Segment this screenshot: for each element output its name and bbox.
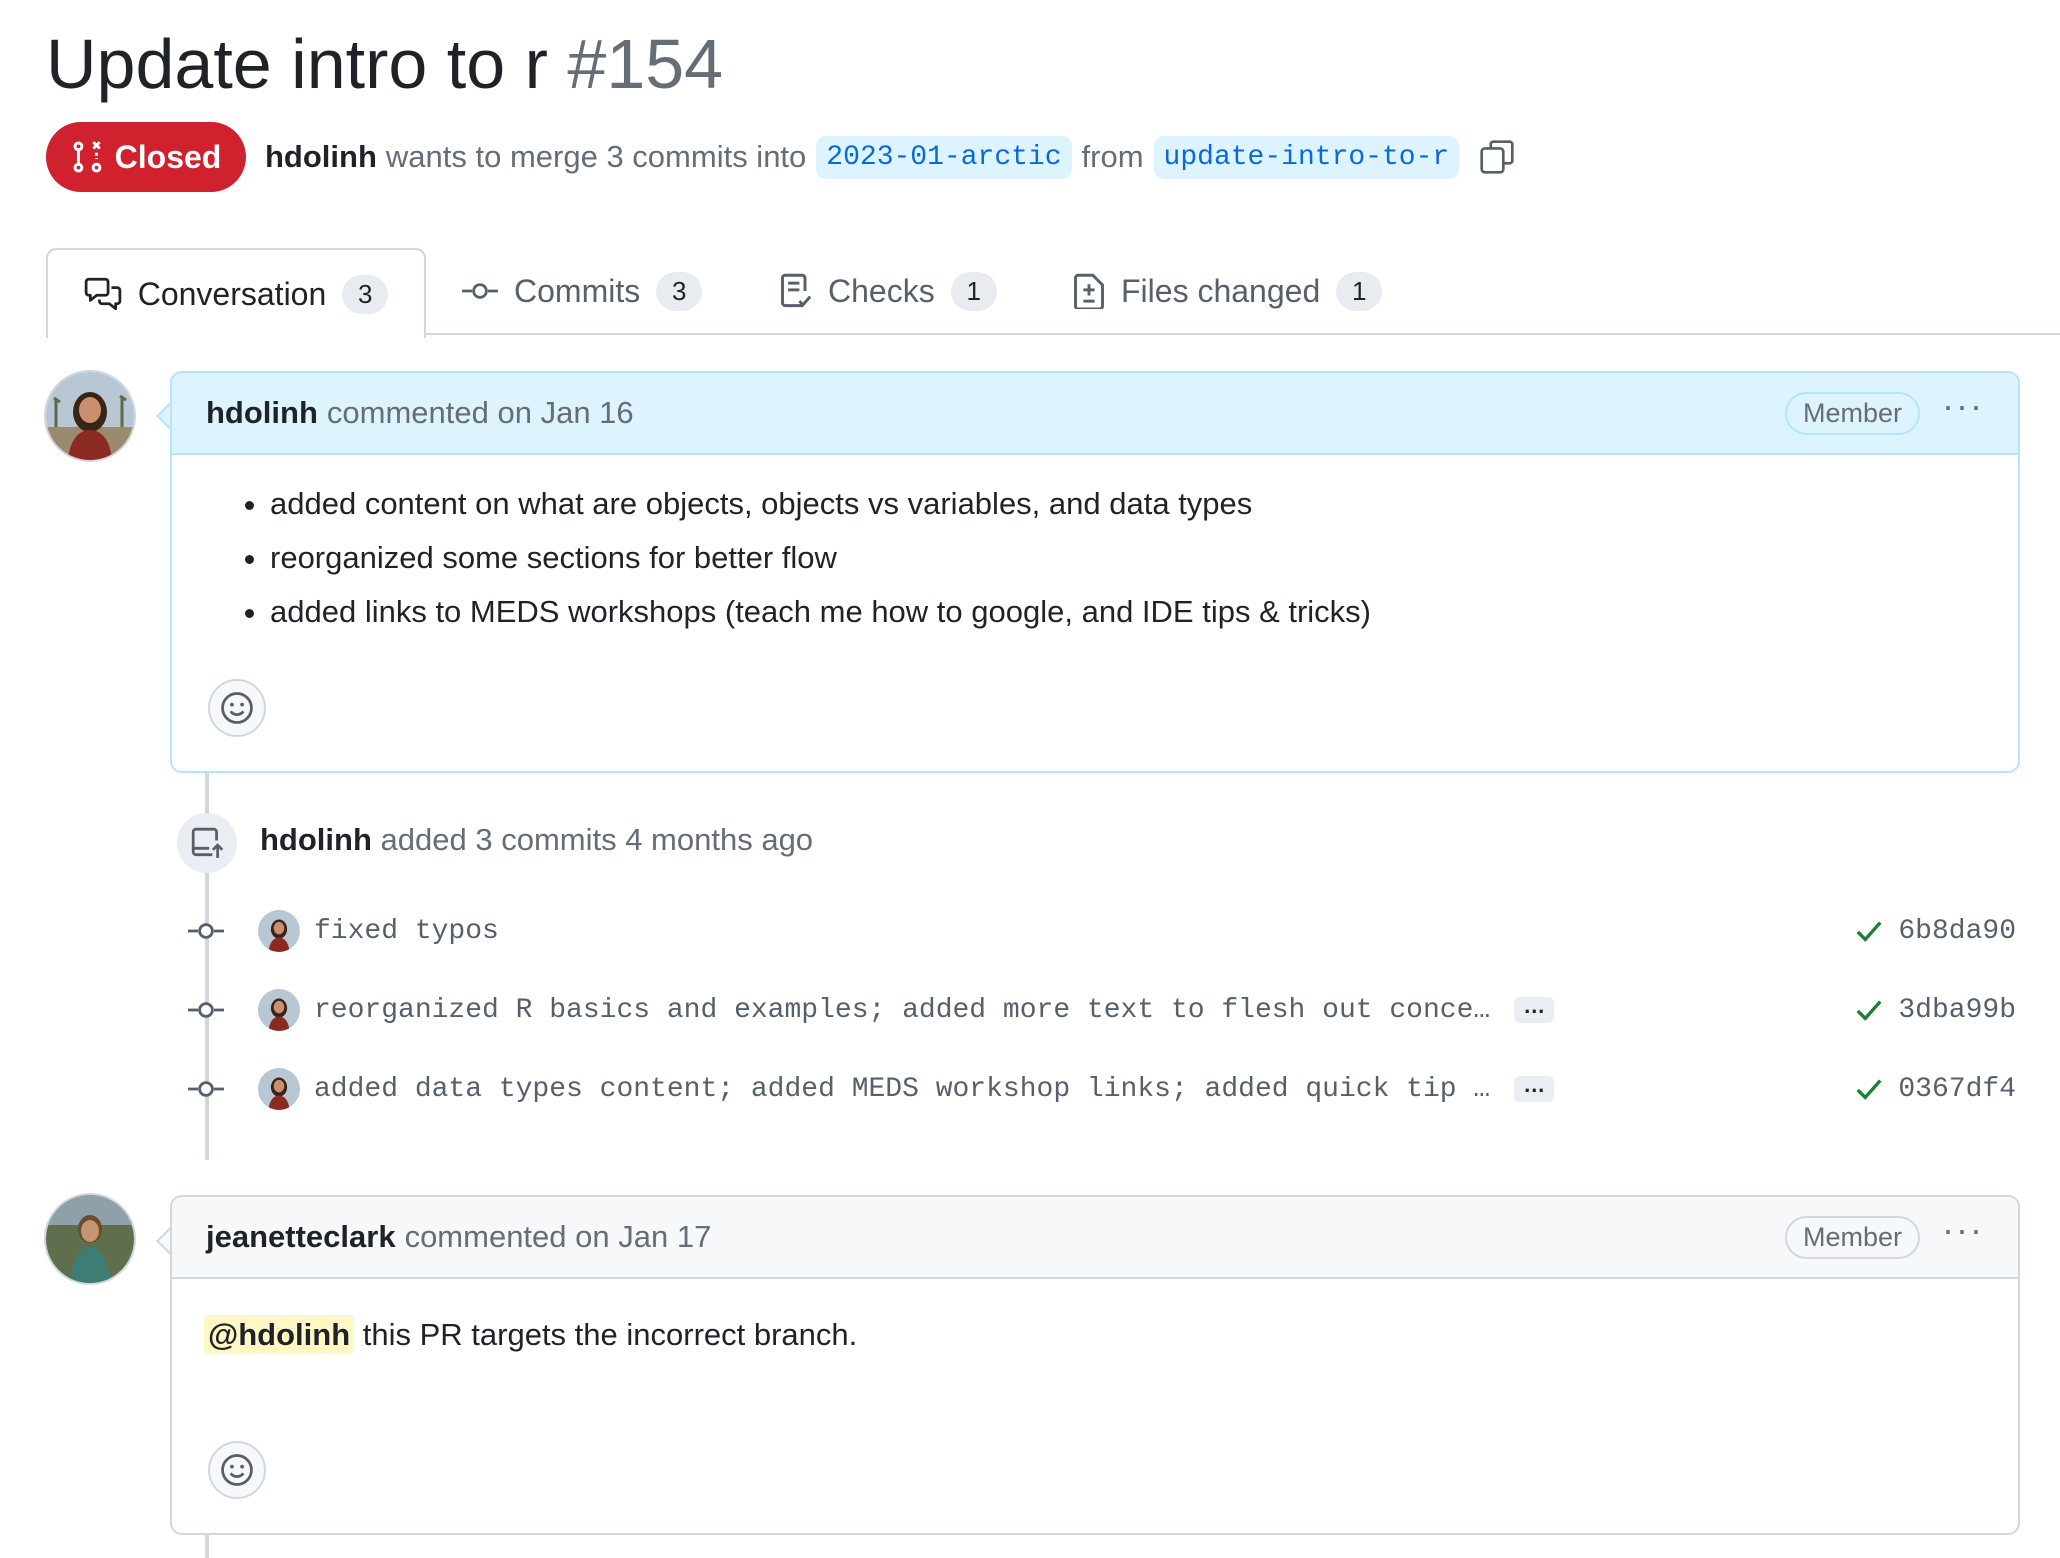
tab-label: Commits (514, 272, 641, 309)
pr-meta-line: hdolinh wants to merge 3 commits into 20… (265, 126, 1515, 188)
commit-message[interactable]: fixed typos (314, 916, 499, 947)
commit-message[interactable]: added data types content; added MEDS wor… (314, 1074, 1490, 1105)
kebab-horizontal-icon[interactable]: ··· (1942, 1212, 1984, 1254)
comment-timestamp[interactable]: commented on Jan 17 (405, 1219, 712, 1255)
comment-body: @hdolinh this PR targets the incorrect b… (172, 1279, 2018, 1354)
git-commit-icon (186, 921, 226, 941)
commit-status: 3dba99b (1854, 995, 2016, 1026)
role-badge: Member (1785, 1215, 1921, 1259)
role-badge: Member (1785, 391, 1921, 435)
copy-icon[interactable] (1479, 139, 1515, 175)
commit-status: 0367df4 (1854, 1074, 2016, 1105)
git-commit-icon (186, 1000, 226, 1020)
smiley-icon[interactable] (208, 1441, 266, 1499)
comment-card: hdolinh commented on Jan 16 Member ··· a… (170, 371, 2020, 773)
check-icon[interactable] (1854, 916, 1884, 946)
state-badge-closed: Closed (46, 122, 246, 192)
repo-push-icon (177, 813, 237, 873)
commit-message[interactable]: reorganized R basics and examples; added… (314, 995, 1490, 1026)
tab-conversation[interactable]: Conversation 3 (46, 248, 426, 338)
state-label: Closed (114, 138, 222, 175)
pr-author-link[interactable]: hdolinh (265, 139, 377, 175)
tab-label: Conversation (137, 275, 327, 312)
expand-commit-button[interactable]: … (1514, 1074, 1555, 1102)
tab-counter: 1 (1336, 271, 1383, 311)
comment-bullet: added content on what are objects, objec… (270, 477, 2018, 531)
tab-counter: 3 (342, 274, 389, 314)
event-author[interactable]: hdolinh (260, 822, 372, 857)
avatar-hdolinh[interactable] (44, 370, 136, 462)
file-diff-icon (1073, 273, 1105, 309)
commit-event-text: hdolinh added 3 commits 4 months ago (260, 822, 813, 858)
base-branch-label[interactable]: 2023-01-arctic (816, 135, 1072, 179)
commit-row: added data types content; added MEDS wor… (186, 1064, 2016, 1114)
avatar[interactable] (258, 989, 300, 1031)
tab-counter: 1 (950, 271, 997, 311)
git-pull-request-closed-icon (73, 141, 102, 173)
tab-commits[interactable]: Commits 3 (462, 248, 703, 334)
commit-sha[interactable]: 6b8da90 (1898, 916, 2016, 947)
comment-header: hdolinh commented on Jan 16 Member ··· (172, 373, 2018, 455)
comment-body: added content on what are objects, objec… (172, 477, 2018, 639)
tab-label: Checks (828, 272, 935, 309)
avatar[interactable] (258, 910, 300, 952)
comment-timestamp[interactable]: commented on Jan 16 (327, 395, 634, 431)
commit-row: reorganized R basics and examples; added… (186, 985, 2016, 1035)
git-commit-icon (186, 1079, 226, 1099)
comment-bullet: reorganized some sections for better flo… (270, 531, 2018, 585)
avatar[interactable] (258, 1068, 300, 1110)
user-mention[interactable]: @hdolinh (204, 1315, 355, 1354)
head-branch-label[interactable]: update-intro-to-r (1153, 135, 1460, 179)
smiley-icon[interactable] (208, 679, 266, 737)
git-commit-icon (462, 281, 498, 301)
comment-text: this PR targets the incorrect branch. (354, 1317, 858, 1352)
pr-title-text: Update intro to r (46, 25, 548, 103)
pr-number: #154 (567, 25, 724, 103)
tab-files-changed[interactable]: Files changed 1 (1073, 248, 1383, 334)
comment-discussion-icon (84, 277, 122, 311)
avatar-jeanetteclark[interactable] (44, 1193, 136, 1285)
tab-checks[interactable]: Checks 1 (780, 248, 997, 334)
check-icon[interactable] (1854, 995, 1884, 1025)
commit-status: 6b8da90 (1854, 916, 2016, 947)
comment-author[interactable]: jeanetteclark (206, 1219, 396, 1255)
pr-summary-from: from (1081, 139, 1144, 174)
comment-header: jeanetteclark commented on Jan 17 Member… (172, 1197, 2018, 1279)
comment-bullet: added links to MEDS workshops (teach me … (270, 585, 2018, 639)
pr-summary-text: wants to merge 3 commits into (385, 139, 807, 174)
kebab-horizontal-icon[interactable]: ··· (1942, 388, 1984, 430)
commit-row: fixed typos 6b8da90 (186, 906, 2016, 956)
event-description: added 3 commits 4 months ago (380, 822, 814, 857)
check-icon[interactable] (1854, 1074, 1884, 1104)
pr-title: Update intro to r #154 (46, 22, 723, 106)
comment-author[interactable]: hdolinh (206, 395, 318, 431)
tab-label: Files changed (1121, 272, 1321, 309)
tab-counter: 3 (656, 271, 703, 311)
commit-sha[interactable]: 3dba99b (1898, 995, 2016, 1026)
checklist-icon (780, 273, 812, 309)
commit-sha[interactable]: 0367df4 (1898, 1074, 2016, 1105)
comment-card: jeanetteclark commented on Jan 17 Member… (170, 1195, 2020, 1535)
expand-commit-button[interactable]: … (1514, 995, 1555, 1023)
